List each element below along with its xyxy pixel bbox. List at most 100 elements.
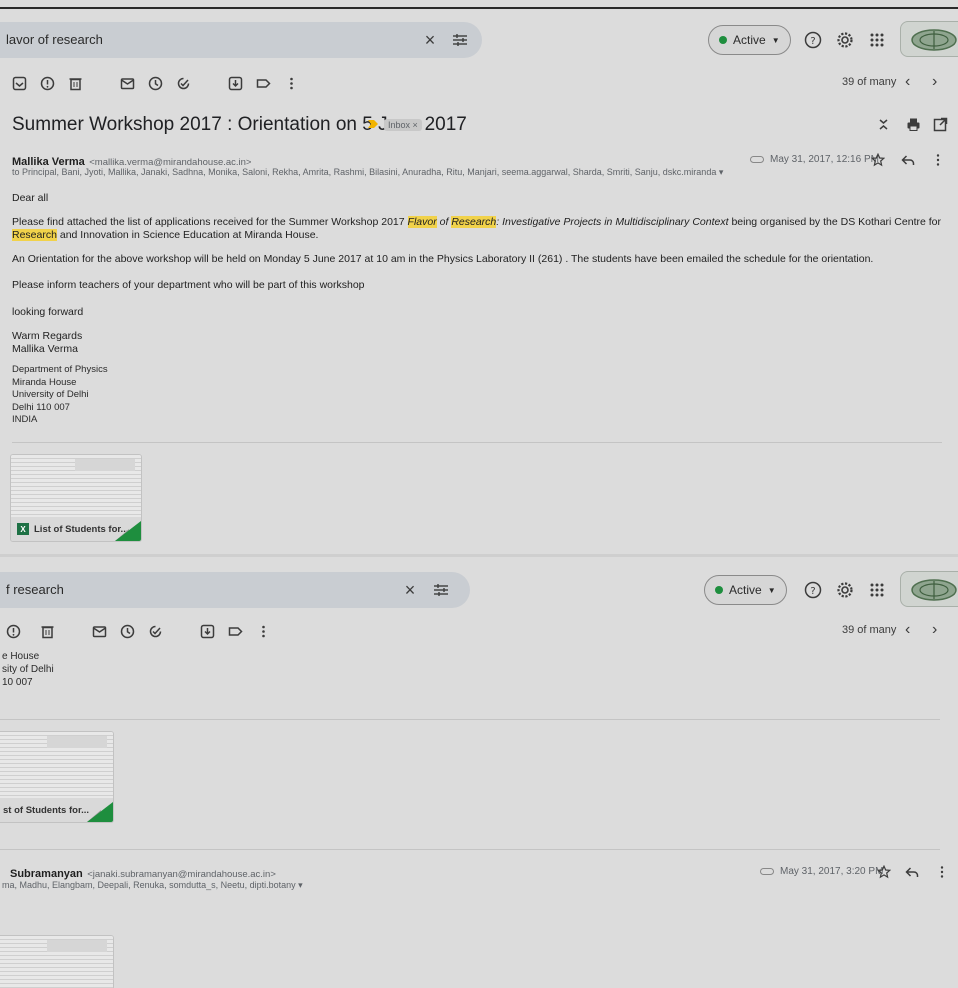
spreadsheet-preview-title [75, 459, 135, 471]
apps-grid-icon[interactable] [866, 29, 888, 51]
message-date-text: May 31, 2017, 3:20 PM [780, 866, 884, 877]
label-icon[interactable] [226, 622, 244, 640]
signature-block: Department of Physics Miranda House Univ… [12, 364, 108, 427]
add-to-tasks-icon[interactable] [174, 74, 192, 92]
message-more-icon[interactable] [930, 152, 946, 168]
message-date: May 31, 2017, 3:20 PM [760, 866, 883, 877]
greeting: Dear all [12, 192, 49, 204]
settings-gear-icon[interactable] [834, 29, 856, 51]
recipients-list[interactable]: ma, Madhu, Elangbam, Deepali, Renuka, so… [2, 880, 303, 891]
move-to-icon[interactable] [198, 622, 216, 640]
newer-chevron-left-icon[interactable]: ‹ [905, 621, 910, 639]
status-active-button[interactable]: Active ▼ [704, 575, 787, 605]
signature-line: sity of Delhi [2, 664, 54, 675]
apps-grid-icon[interactable] [866, 579, 888, 601]
search-input[interactable]: lavor of research [6, 32, 103, 47]
delete-icon[interactable] [66, 74, 84, 92]
expand-all-icon[interactable] [873, 114, 893, 134]
highlight-flavor: Flavor [407, 216, 437, 228]
help-icon[interactable]: ? [802, 29, 824, 51]
sender-name: Subramanyan [10, 868, 83, 880]
inbox-label-chip[interactable]: Inbox × [384, 119, 422, 131]
newer-chevron-left-icon[interactable]: ‹ [905, 73, 910, 91]
print-icon[interactable] [903, 114, 923, 134]
email-view-bottom: f research × Active ▼ ? 39 of many ‹ › e… [0, 557, 958, 988]
attachment-fold-corner [87, 802, 113, 822]
message-count: 39 of many [842, 624, 897, 636]
paragraph-applications: Please find attached the list of applica… [12, 216, 941, 241]
report-spam-icon[interactable] [4, 622, 22, 640]
attachment-clip-icon [760, 868, 774, 875]
search-bar[interactable]: lavor of research × [0, 22, 482, 58]
star-icon[interactable] [876, 864, 892, 880]
attachments-divider [12, 442, 942, 443]
signature-line: e House [2, 651, 40, 662]
signature-line: Miranda House [12, 376, 77, 388]
star-icon[interactable] [870, 152, 886, 168]
signature-line: Department of Physics [12, 364, 108, 375]
closing-name: Mallika Verma [12, 343, 78, 355]
organization-logo[interactable] [900, 571, 958, 607]
more-options-icon[interactable] [254, 622, 272, 640]
highlight-research-2: Research [12, 229, 57, 241]
search-bar[interactable]: f research × [0, 572, 470, 608]
search-input[interactable]: f research [6, 582, 64, 597]
caret-down-icon: ▼ [767, 585, 776, 595]
search-options-icon[interactable] [450, 30, 470, 50]
move-to-icon[interactable] [226, 74, 244, 92]
attachment-name: st of Students for... [3, 804, 90, 816]
message-date-text: May 31, 2017, 12:16 PM [770, 154, 879, 165]
report-spam-icon[interactable] [38, 74, 56, 92]
reply-icon[interactable] [904, 864, 920, 880]
older-chevron-right-icon[interactable]: › [932, 621, 937, 639]
search-options-icon[interactable] [431, 580, 451, 600]
snooze-icon[interactable] [118, 622, 136, 640]
sender-email: <janaki.subramanyan@mirandahouse.ac.in> [87, 869, 276, 880]
active-label: Active [729, 583, 762, 597]
email-view-top: lavor of research × Active ▼ ? 39 of man… [0, 9, 958, 554]
recipients-list[interactable]: to Principal, Bani, Jyoti, Mallika, Jana… [12, 167, 723, 178]
message-divider [0, 849, 940, 850]
organization-logo[interactable] [900, 21, 958, 57]
add-to-tasks-icon[interactable] [146, 622, 164, 640]
signature-block: e House sity of Delhi 10 007 [2, 650, 54, 689]
attachment-card[interactable]: st of Students for... [0, 731, 114, 823]
closing-regards: Warm Regards Mallika Verma [12, 330, 82, 356]
signature-line: Delhi 110 007 [12, 401, 70, 413]
spreadsheet-preview-title [47, 736, 107, 748]
snooze-icon[interactable] [146, 74, 164, 92]
status-active-button[interactable]: Active ▼ [708, 25, 791, 55]
attachment-card[interactable]: X List of Students for... [10, 454, 142, 542]
message-toolbar: 39 of many ‹ › [0, 71, 958, 95]
attachment-fold-corner [115, 521, 141, 541]
active-label: Active [733, 33, 766, 47]
more-options-icon[interactable] [282, 74, 300, 92]
attachment-card[interactable] [0, 935, 114, 988]
older-chevron-right-icon[interactable]: › [932, 73, 937, 91]
mark-unread-icon[interactable] [90, 622, 108, 640]
clear-search-icon[interactable]: × [420, 30, 440, 50]
warm-regards: Warm Regards [12, 330, 83, 342]
message-more-icon[interactable] [934, 864, 950, 880]
attachment-clip-icon [750, 156, 764, 163]
reply-icon[interactable] [900, 152, 916, 168]
delete-icon[interactable] [38, 622, 56, 640]
paragraph-orientation: An Orientation for the above workshop wi… [12, 253, 874, 265]
help-icon[interactable]: ? [802, 579, 824, 601]
active-status-dot [719, 36, 727, 44]
paragraph-looking-forward: looking forward [12, 306, 84, 318]
open-in-new-window-icon[interactable] [930, 114, 950, 134]
svg-text:?: ? [810, 586, 815, 597]
paragraph-inform-teachers: Please inform teachers of your departmen… [12, 279, 365, 291]
label-icon[interactable] [254, 74, 272, 92]
settings-gear-icon[interactable] [834, 579, 856, 601]
mark-unread-icon[interactable] [118, 74, 136, 92]
excel-file-icon: X [17, 523, 29, 535]
back-to-inbox-icon[interactable] [10, 74, 28, 92]
importance-marker-icon[interactable] [368, 119, 378, 129]
clear-search-icon[interactable]: × [400, 580, 420, 600]
signature-line: 10 007 [2, 677, 33, 688]
caret-down-icon: ▼ [771, 35, 780, 45]
signature-line: INDIA [12, 414, 38, 425]
signature-line: University of Delhi [12, 389, 89, 400]
